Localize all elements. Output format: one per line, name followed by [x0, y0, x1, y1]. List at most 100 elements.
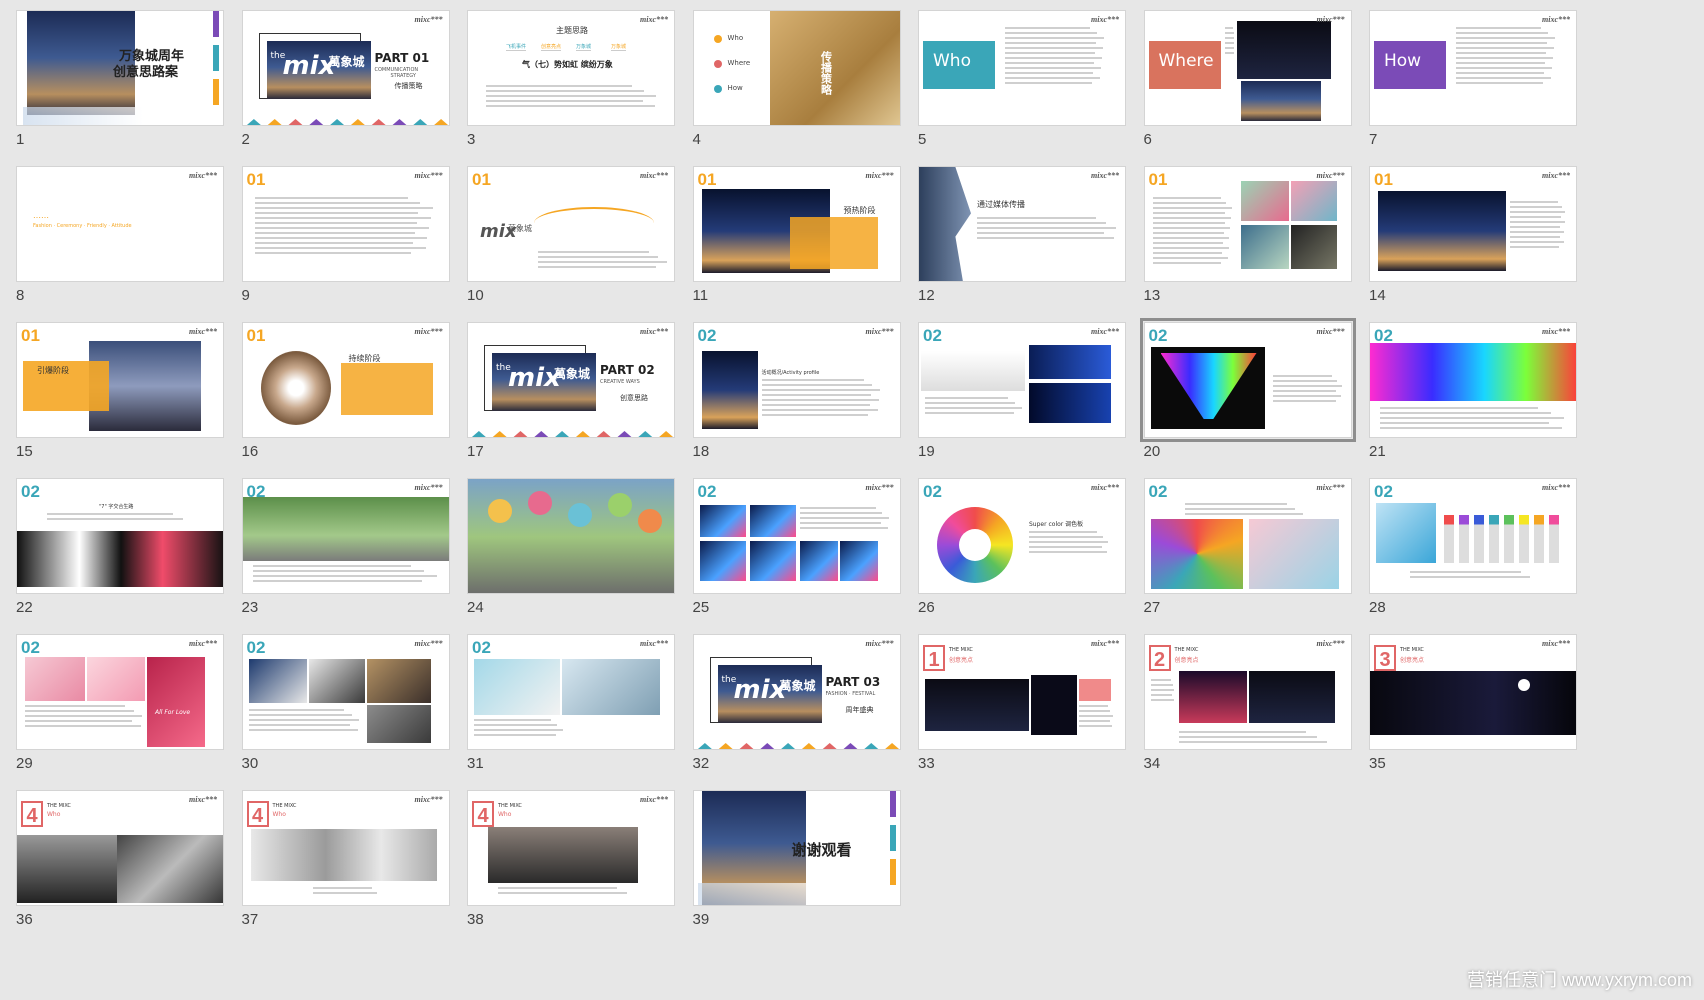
slide-preview[interactable]: the mix 萬象城 PART 03 FASHION · FESTIVAL 周年盛典 mi…: [692, 634, 901, 750]
text-line: [1152, 252, 1223, 254]
slide-preview[interactable]: 02 "7" 字交合生路: [16, 478, 224, 594]
slide-preview[interactable]: How mixc***: [1369, 10, 1577, 126]
thumb-image: [1518, 679, 1530, 691]
slide-number: 26: [918, 599, 935, 616]
slide-preview[interactable]: the mix 萬象城 PART 01 COMMUNICATION STRATEGY 传播策…: [241, 10, 450, 126]
slide-thumbnail-39[interactable]: 谢谢观看 39: [692, 790, 903, 930]
slide-thumbnail-21[interactable]: 02 mixc*** 21: [1369, 322, 1579, 462]
slide-thumbnail-25[interactable]: 02 mixc*** 25: [692, 478, 903, 618]
slide-preview[interactable]: 01 mixc***: [241, 166, 450, 282]
slide-thumbnail-24[interactable]: 24: [467, 478, 677, 618]
text-line: [799, 507, 876, 509]
slide-number: 4: [692, 131, 701, 148]
slide-preview[interactable]: 4 THE MIXC Who mixc***: [467, 790, 675, 906]
bottle: [1489, 515, 1499, 563]
text-line: [1456, 32, 1548, 34]
slide-thumbnail-33[interactable]: 1 THE MIXC 创意亮点 mixc*** 33: [918, 634, 1128, 774]
slide-preview[interactable]: 01 mixc***: [1143, 166, 1352, 282]
slide-number: 22: [16, 599, 33, 616]
thumb-image: [562, 659, 660, 715]
slide-preview[interactable]: 万象城周年 创意思路案: [16, 10, 224, 126]
slide-thumbnail-18[interactable]: 02 活动概况/Activity profile mixc*** 18: [692, 322, 903, 462]
slide-preview[interactable]: 02 mixc***: [1139, 318, 1356, 442]
slide-thumbnail-26[interactable]: 02 Super color 调色板 mixc*** 26: [918, 478, 1128, 618]
text-line: [1380, 422, 1550, 424]
slide-preview[interactable]: 02 Super color 调色板 mixc***: [918, 478, 1126, 594]
slide-thumbnail-17[interactable]: the mix 萬象城 PART 02 CREATIVE WAYS 创意思路 mixc***…: [467, 322, 677, 462]
slide-preview[interactable]: the mix 萬象城 PART 02 CREATIVE WAYS 创意思路 mixc***: [467, 322, 675, 438]
slide-thumbnail-28[interactable]: 02 mixc*** 28: [1369, 478, 1579, 618]
text-line: [1410, 576, 1530, 578]
slide-preview[interactable]: …… Fashion · Ceremony · Friendly · Attitu…: [16, 166, 224, 282]
slide-preview[interactable]: 02 mixc***: [692, 478, 901, 594]
text-lines: [538, 251, 668, 271]
slide-thumbnail-11[interactable]: 01 预热阶段 mixc*** 11: [692, 166, 903, 306]
slide-preview[interactable]: 02 mixc***: [467, 634, 675, 750]
slide-thumbnail-32[interactable]: the mix 萬象城 PART 03 FASHION · FESTIVAL 周年盛典 mi…: [692, 634, 903, 774]
slide-preview[interactable]: 通过媒体传播 mixc***: [918, 166, 1126, 282]
slide-thumbnail-38[interactable]: 4 THE MIXC Who mixc*** 38: [467, 790, 677, 930]
slide-thumbnail-35[interactable]: 3 THE MIXC 创意亮点 mixc*** 35: [1369, 634, 1579, 774]
slide-preview[interactable]: 02 mixc***: [241, 634, 450, 750]
slide-preview[interactable]: 4 THE MIXC Who mixc***: [241, 790, 450, 906]
slide-preview[interactable]: 01 mix 萬象城 mixc***: [467, 166, 675, 282]
slide-thumbnail-10[interactable]: 01 mix 萬象城 mixc*** 10: [467, 166, 677, 306]
slide-preview[interactable]: [467, 478, 675, 594]
slide-number: 30: [241, 755, 259, 772]
slide-preview[interactable]: 02 活动概况/Activity profile mixc***: [692, 322, 901, 438]
slide-preview[interactable]: 01 持续阶段 mixc***: [241, 322, 450, 438]
slide-thumbnail-36[interactable]: 4 THE MIXC Who mixc*** 36: [16, 790, 226, 930]
slide-thumbnail-9[interactable]: 01 mixc*** 9: [241, 166, 452, 306]
slide-preview[interactable]: 02 mixc***: [241, 478, 450, 594]
slide-preview[interactable]: 主题思路 飞机事件 创意亮点 万象城 万象城 气（七）势如虹 缤纷万象 mixc***: [467, 10, 675, 126]
slide-thumbnail-15[interactable]: 01 引爆阶段 mixc*** 15: [16, 322, 226, 462]
slide-thumbnail-3[interactable]: 主题思路 飞机事件 创意亮点 万象城 万象城 气（七）势如虹 缤纷万象 mixc*** 3: [467, 10, 677, 150]
slide-thumbnail-8[interactable]: …… Fashion · Ceremony · Friendly · Attitu…: [16, 166, 226, 306]
slide-preview[interactable]: 2 THE MIXC 创意亮点 mixc***: [1143, 634, 1352, 750]
slide-thumbnail-12[interactable]: 通过媒体传播 mixc*** 12: [918, 166, 1128, 306]
slide-preview[interactable]: 谢谢观看: [692, 790, 901, 906]
slide-preview[interactable]: 02 mixc***: [1369, 478, 1577, 594]
slide-thumbnail-37[interactable]: 4 THE MIXC Who mixc*** 37: [241, 790, 452, 930]
slide-thumbnail-34[interactable]: 2 THE MIXC 创意亮点 mixc*** 34: [1143, 634, 1354, 774]
slide-thumbnail-6[interactable]: Where mixc*** 6: [1143, 10, 1354, 150]
slide-thumbnail-13[interactable]: 01 mixc*** 13: [1143, 166, 1354, 306]
triangle-mark: [739, 743, 753, 749]
slide-thumbnail-4[interactable]: Who Where How 传播策略 4: [692, 10, 903, 150]
slide-thumbnail-23[interactable]: 02 mixc*** 23: [241, 478, 452, 618]
thumb-image: [488, 827, 638, 883]
slide-thumbnail-22[interactable]: 02 "7" 字交合生路 22: [16, 478, 226, 618]
slide-preview[interactable]: 1 THE MIXC 创意亮点 mixc***: [918, 634, 1126, 750]
slide-preview[interactable]: 01 mixc***: [1369, 166, 1577, 282]
slide-preview[interactable]: Who mixc***: [918, 10, 1126, 126]
venue-photo: [1236, 21, 1331, 79]
slide-preview[interactable]: 4 THE MIXC Who mixc***: [16, 790, 224, 906]
slide-preview[interactable]: 02 mixc***: [1143, 478, 1352, 594]
slide-preview[interactable]: 02 All For Love mixc***: [16, 634, 224, 750]
slide-preview[interactable]: Where mixc***: [1143, 10, 1352, 126]
slide-thumbnail-2[interactable]: the mix 萬象城 PART 01 COMMUNICATION STRATEGY 传播策…: [241, 10, 452, 150]
slide-thumbnail-7[interactable]: How mixc*** 7: [1369, 10, 1579, 150]
slide-thumbnail-16[interactable]: 01 持续阶段 mixc*** 16: [241, 322, 452, 462]
venue-photo: [1240, 81, 1321, 121]
text-line: [799, 522, 882, 524]
slide-preview[interactable]: 01 引爆阶段 mixc***: [16, 322, 224, 438]
slide-thumbnail-1[interactable]: 万象城周年 创意思路案 1: [16, 10, 226, 150]
slide-preview[interactable]: 02 mixc***: [1369, 322, 1577, 438]
slide-preview[interactable]: 01 预热阶段 mixc***: [692, 166, 901, 282]
thumb-text: mix: [733, 675, 787, 705]
slide-thumbnail-29[interactable]: 02 All For Love mixc*** 29: [16, 634, 226, 774]
slide-thumbnail-14[interactable]: 01 mixc*** 14: [1369, 166, 1579, 306]
slide-preview[interactable]: 02 mixc***: [918, 322, 1126, 438]
slide-thumbnail-27[interactable]: 02 mixc*** 27: [1143, 478, 1354, 618]
slide-preview[interactable]: 3 THE MIXC 创意亮点 mixc***: [1369, 634, 1577, 750]
slide-thumbnail-31[interactable]: 02 mixc*** 31: [467, 634, 677, 774]
slide-thumbnail-5[interactable]: Who mixc*** 5: [918, 10, 1128, 150]
slide-thumbnail-20[interactable]: 02 mixc*** 20: [1139, 318, 1356, 462]
slide-thumbnail-30[interactable]: 02 mixc*** 30: [241, 634, 452, 774]
thumb-text: 持续阶段: [348, 354, 381, 363]
thumb-image: [25, 657, 85, 701]
slide-thumbnail-19[interactable]: 02 mixc*** 19: [918, 322, 1128, 462]
slide-preview[interactable]: Who Where How 传播策略: [692, 10, 901, 126]
slide-number: 23: [241, 599, 259, 616]
